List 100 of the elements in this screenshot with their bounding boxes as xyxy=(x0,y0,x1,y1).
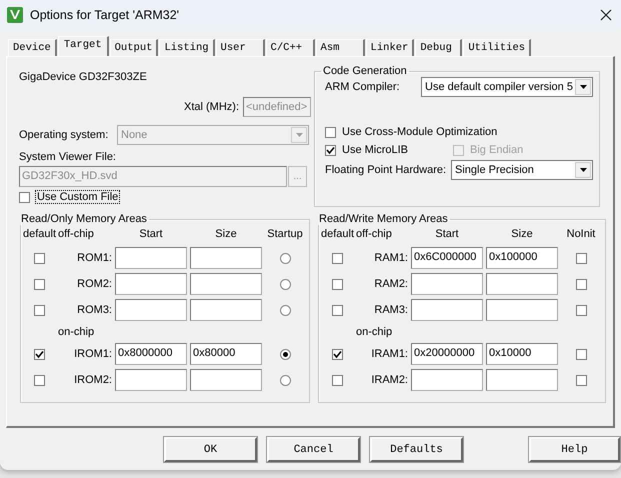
tab[interactable]: Target xyxy=(58,36,109,56)
size-field[interactable] xyxy=(486,369,558,391)
size-field[interactable]: 0x100000 xyxy=(486,247,558,269)
column-header: off-chip xyxy=(58,228,95,240)
start-field[interactable] xyxy=(411,273,483,295)
start-field[interactable] xyxy=(115,299,187,321)
memory-name: ROM2: xyxy=(76,278,112,290)
memory-name: IRAM2: xyxy=(370,374,408,386)
memory-name: ROM3: xyxy=(76,304,112,316)
tab[interactable]: User xyxy=(216,39,265,56)
group-title: Read/Write Memory Areas xyxy=(318,213,449,225)
cancel-button[interactable]: Cancel xyxy=(267,437,360,462)
defaults-button[interactable]: Defaults xyxy=(370,437,463,462)
floating-point-hardware-label: Floating Point Hardware: xyxy=(325,164,448,176)
size-field[interactable]: 0x10000 xyxy=(486,343,558,365)
startup-radio[interactable] xyxy=(280,252,290,264)
operating-system-label: Operating system: xyxy=(19,129,110,141)
group-title: Read/Only Memory Areas xyxy=(20,213,148,225)
checkbox[interactable] xyxy=(325,126,336,138)
size-field[interactable] xyxy=(190,273,262,295)
tab[interactable]: C/C++ xyxy=(266,39,315,56)
device-name: GigaDevice GD32F303ZE xyxy=(19,71,148,85)
close-icon[interactable] xyxy=(600,9,612,21)
size-field[interactable] xyxy=(190,247,262,269)
start-field[interactable] xyxy=(411,299,483,321)
memory-name: IRAM1: xyxy=(370,348,408,360)
app-logo-icon xyxy=(7,7,23,23)
checkbox[interactable] xyxy=(576,304,586,316)
checkbox[interactable] xyxy=(332,252,342,264)
size-field[interactable] xyxy=(486,299,558,321)
start-field[interactable]: 0x20000000 xyxy=(411,343,483,365)
start-field[interactable] xyxy=(411,369,483,391)
startup-radio[interactable] xyxy=(280,304,290,316)
tab[interactable]: Debug xyxy=(415,39,462,56)
tab[interactable]: Utilities xyxy=(463,39,532,56)
caret-icon xyxy=(580,85,586,89)
use-custom-file-label: Use Custom File xyxy=(36,191,120,203)
checkbox[interactable] xyxy=(576,374,586,386)
system-viewer-file-label: System Viewer File: xyxy=(19,151,117,163)
start-field[interactable] xyxy=(115,369,187,391)
startup-radio[interactable] xyxy=(280,278,290,290)
tab[interactable]: Linker xyxy=(366,39,414,56)
checkbox[interactable] xyxy=(332,278,342,290)
tab[interactable]: Output xyxy=(110,39,158,56)
checkbox[interactable] xyxy=(34,348,44,360)
column-header: Start xyxy=(434,228,460,240)
start-field[interactable] xyxy=(115,247,187,269)
checkbox[interactable] xyxy=(34,278,44,290)
tab[interactable]: Listing xyxy=(159,39,215,56)
memory-name: IROM2: xyxy=(73,374,112,386)
column-header: default xyxy=(23,228,55,240)
memory-name: RAM2: xyxy=(373,278,408,290)
caret-icon xyxy=(580,168,586,172)
startup-radio[interactable] xyxy=(280,348,290,360)
checkbox[interactable] xyxy=(332,348,342,360)
checkbox[interactable] xyxy=(576,278,586,290)
size-field[interactable] xyxy=(190,369,262,391)
checkbox[interactable] xyxy=(576,348,586,360)
on-chip-label: on-chip xyxy=(58,326,96,338)
on-chip-label: on-chip xyxy=(356,326,394,338)
checkbox[interactable] xyxy=(325,144,336,156)
column-header: off-chip xyxy=(356,228,393,240)
column-header: NoInit xyxy=(566,228,596,240)
checkbox[interactable] xyxy=(34,252,44,264)
startup-radio[interactable] xyxy=(280,374,290,386)
checkbox[interactable] xyxy=(34,304,44,316)
use-microlib-label: Use MicroLIB xyxy=(342,144,408,156)
memory-name: ROM1: xyxy=(76,252,112,264)
xtal-label: Xtal (MHz): xyxy=(184,101,239,113)
column-header: Start xyxy=(138,228,164,240)
column-header: default xyxy=(321,228,353,240)
floating-point-dropdown[interactable]: Single Precision xyxy=(451,160,593,180)
size-field[interactable]: 0x80000 xyxy=(190,343,262,365)
ok-button[interactable]: OK xyxy=(164,437,257,462)
column-header: Size xyxy=(214,228,238,240)
cross-module-optimization-label: Use Cross-Module Optimization xyxy=(342,126,498,138)
help-button[interactable]: Help xyxy=(529,437,620,462)
checkbox[interactable] xyxy=(332,304,342,316)
compiler-dropdown[interactable]: Use default compiler version 5 xyxy=(421,77,593,97)
memory-name: IROM1: xyxy=(73,348,112,360)
start-field[interactable]: 0x6C000000 xyxy=(411,247,483,269)
arm-compiler-label: ARM Compiler: xyxy=(325,81,401,93)
start-field[interactable]: 0x8000000 xyxy=(115,343,187,365)
tab[interactable]: Asm xyxy=(316,39,365,56)
big-endian-label: Big Endian xyxy=(470,144,524,156)
checkbox[interactable] xyxy=(19,192,30,202)
memory-name: RAM3: xyxy=(373,304,408,316)
checkbox[interactable] xyxy=(576,252,586,264)
memory-name: RAM1: xyxy=(373,252,408,264)
column-header: Size xyxy=(510,228,534,240)
size-field[interactable] xyxy=(190,299,262,321)
checkbox[interactable] xyxy=(34,374,44,386)
tab[interactable]: Device xyxy=(8,39,57,56)
size-field[interactable] xyxy=(486,273,558,295)
checkbox[interactable] xyxy=(332,374,342,386)
window-title: Options for Target 'ARM32' xyxy=(30,8,180,22)
caret-icon xyxy=(296,133,302,137)
start-field[interactable] xyxy=(115,273,187,295)
column-header: Startup xyxy=(266,228,304,240)
group-title: Code Generation xyxy=(322,65,408,77)
